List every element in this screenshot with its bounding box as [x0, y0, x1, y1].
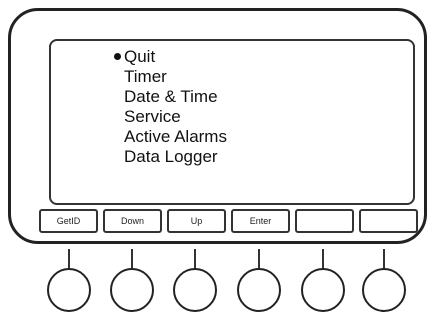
- menu-item-date-time[interactable]: Date & Time: [124, 87, 227, 107]
- softkey-button-6[interactable]: [362, 268, 406, 312]
- lcd-display: Quit Timer Date & Time Service Active Al…: [49, 39, 415, 205]
- button-stem: [68, 249, 70, 269]
- menu-item-timer[interactable]: Timer: [124, 67, 227, 87]
- softkey-enter: Enter: [231, 209, 290, 233]
- softkey-button-3[interactable]: [173, 268, 217, 312]
- softkey-up: Up: [167, 209, 226, 233]
- menu-item-active-alarms[interactable]: Active Alarms: [124, 127, 227, 147]
- menu-item-service[interactable]: Service: [124, 107, 227, 127]
- softkey-down: Down: [103, 209, 162, 233]
- menu-item-quit[interactable]: Quit: [114, 47, 227, 67]
- button-stem: [383, 249, 385, 269]
- menu-item-data-logger[interactable]: Data Logger: [124, 147, 227, 167]
- softkey-labels: GetID Down Up Enter: [39, 209, 419, 235]
- softkey-button-5[interactable]: [301, 268, 345, 312]
- button-stem: [322, 249, 324, 269]
- softkey-button-4[interactable]: [237, 268, 281, 312]
- softkey-blank-6: [359, 209, 418, 233]
- main-menu: Quit Timer Date & Time Service Active Al…: [114, 47, 227, 167]
- button-stem: [131, 249, 133, 269]
- softkey-getid: GetID: [39, 209, 98, 233]
- softkey-blank-5: [295, 209, 354, 233]
- controller-panel: Quit Timer Date & Time Service Active Al…: [8, 8, 427, 244]
- button-stem: [258, 249, 260, 269]
- softkey-button-2[interactable]: [110, 268, 154, 312]
- button-stem: [194, 249, 196, 269]
- softkey-button-1[interactable]: [47, 268, 91, 312]
